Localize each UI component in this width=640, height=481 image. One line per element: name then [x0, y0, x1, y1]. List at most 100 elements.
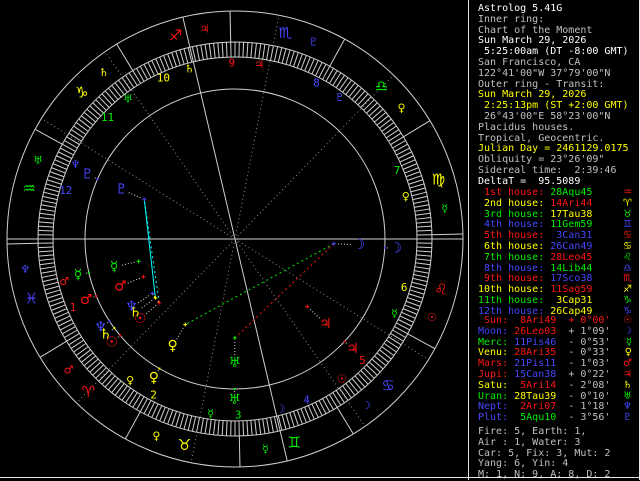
degree-tick — [87, 109, 98, 119]
panel-divider — [468, 0, 469, 480]
transit-dot-jupiter — [344, 340, 346, 342]
degree-tick — [84, 112, 95, 122]
degree-tick — [355, 91, 365, 102]
degree-tick — [372, 109, 383, 119]
degree-tick — [45, 188, 59, 192]
degree-tick — [96, 368, 107, 379]
degree-tick — [417, 251, 432, 252]
degree-tick — [81, 116, 93, 125]
degree-tick — [243, 42, 244, 57]
degree-tick — [411, 286, 425, 290]
sign-glyph-libra: ♎ — [375, 77, 388, 95]
planet-label: Satu: — [478, 381, 514, 392]
degree-tick — [42, 201, 57, 204]
degree-tick — [406, 172, 420, 177]
degree-tick — [384, 126, 396, 135]
house-row-2: 2nd house: 14Ari44♈ — [470, 199, 640, 210]
degree-tick — [168, 54, 173, 68]
natal-planet-glyph-venus: ♀ — [168, 338, 178, 354]
degree-tick — [93, 365, 104, 375]
planet-position-value: 26Leo03 — [514, 327, 568, 338]
degree-tick — [184, 49, 188, 63]
degree-tick — [205, 44, 207, 59]
sign-boundary — [337, 407, 353, 434]
natal-pointer-mercury — [122, 262, 135, 265]
degree-tick — [379, 119, 391, 128]
degree-tick — [410, 184, 424, 188]
degree-tick — [39, 255, 54, 256]
house-ruler-icon-8: ♇ — [335, 91, 345, 104]
degree-tick — [255, 420, 257, 435]
natal-planet-glyph-pluto: ♇ — [115, 181, 128, 197]
house-ruler-icon-3: ☿ — [207, 407, 214, 420]
degree-tick — [115, 383, 124, 395]
natal-planet-glyph-mars: ♂ — [114, 278, 127, 294]
degree-tick — [99, 97, 109, 108]
degree-tick — [346, 83, 355, 95]
degree-tick — [364, 368, 375, 379]
sign-boundary — [35, 129, 62, 144]
degree-tick — [339, 388, 348, 400]
house-ruler-icon-4: ☽ — [276, 403, 286, 416]
info-panel: Astrolog 5.41GInner ring:Chart of the Mo… — [470, 0, 640, 480]
degree-tick — [243, 421, 244, 436]
degree-tick — [102, 373, 112, 384]
transit-dot-neptune — [109, 320, 111, 322]
sign-glyph-aries: ♈ — [82, 383, 95, 401]
degree-tick — [416, 255, 431, 256]
degree-tick — [416, 218, 431, 220]
house-number-3: 3 — [235, 408, 242, 421]
degree-tick — [416, 222, 431, 223]
natal-planet-glyph-mercury: ☿ — [110, 259, 119, 275]
natal-planet-glyph-neptune: ♆ — [125, 299, 138, 315]
degree-tick — [343, 386, 352, 398]
natal-planet-glyph-moon: ☽ — [353, 237, 366, 253]
degree-tick — [51, 305, 65, 310]
degree-tick — [164, 409, 169, 423]
sign-glyph-virgo: ♍ — [432, 171, 445, 189]
degree-tick — [352, 378, 362, 389]
house-ruler-icon-6: ☿ — [391, 307, 398, 320]
degree-tick — [41, 271, 56, 274]
degree-tick — [126, 390, 134, 402]
degree-tick — [112, 85, 121, 97]
degree-tick — [39, 222, 54, 223]
degree-tick — [409, 294, 423, 299]
sign-boundary — [408, 334, 435, 349]
info-line-6: 122°41'00"W 37°79'00"N — [470, 69, 640, 80]
degree-tick — [50, 301, 64, 306]
degree-tick — [108, 88, 118, 99]
degree-tick — [366, 365, 377, 375]
transit-dot-moon — [384, 247, 386, 249]
degree-tick — [336, 75, 344, 87]
transit-planet-glyph-moon: ☽ — [389, 240, 402, 256]
degree-tick — [377, 116, 389, 125]
degree-tick — [361, 97, 371, 108]
sign-icon: ♌ — [623, 253, 632, 264]
degree-tick — [411, 188, 425, 192]
degree-tick — [255, 43, 257, 58]
degree-tick — [405, 305, 419, 310]
degree-tick — [40, 263, 55, 265]
degree-tick — [414, 201, 429, 204]
degree-tick — [388, 133, 401, 141]
transit-planet-glyph-pluto: ♇ — [81, 167, 94, 183]
degree-tick — [386, 340, 398, 348]
degree-tick — [349, 381, 358, 393]
degree-tick — [168, 410, 173, 424]
degree-tick — [339, 78, 348, 90]
house-cusp-line-5 — [235, 239, 365, 426]
degree-tick — [201, 45, 204, 60]
degree-tick — [271, 418, 274, 433]
degree-tick — [38, 226, 53, 227]
degree-tick — [377, 353, 389, 362]
degree-tick — [415, 263, 430, 265]
transit-planet-glyph-uranus: ♅ — [228, 392, 241, 408]
degree-tick — [374, 112, 385, 122]
sign-glyph-gemini: ♊ — [288, 434, 301, 452]
degree-tick — [96, 100, 107, 111]
degree-tick — [209, 419, 211, 434]
sign-glyph-scorpio: ♏ — [279, 24, 293, 42]
degree-tick — [286, 414, 290, 428]
degree-tick — [45, 286, 59, 290]
